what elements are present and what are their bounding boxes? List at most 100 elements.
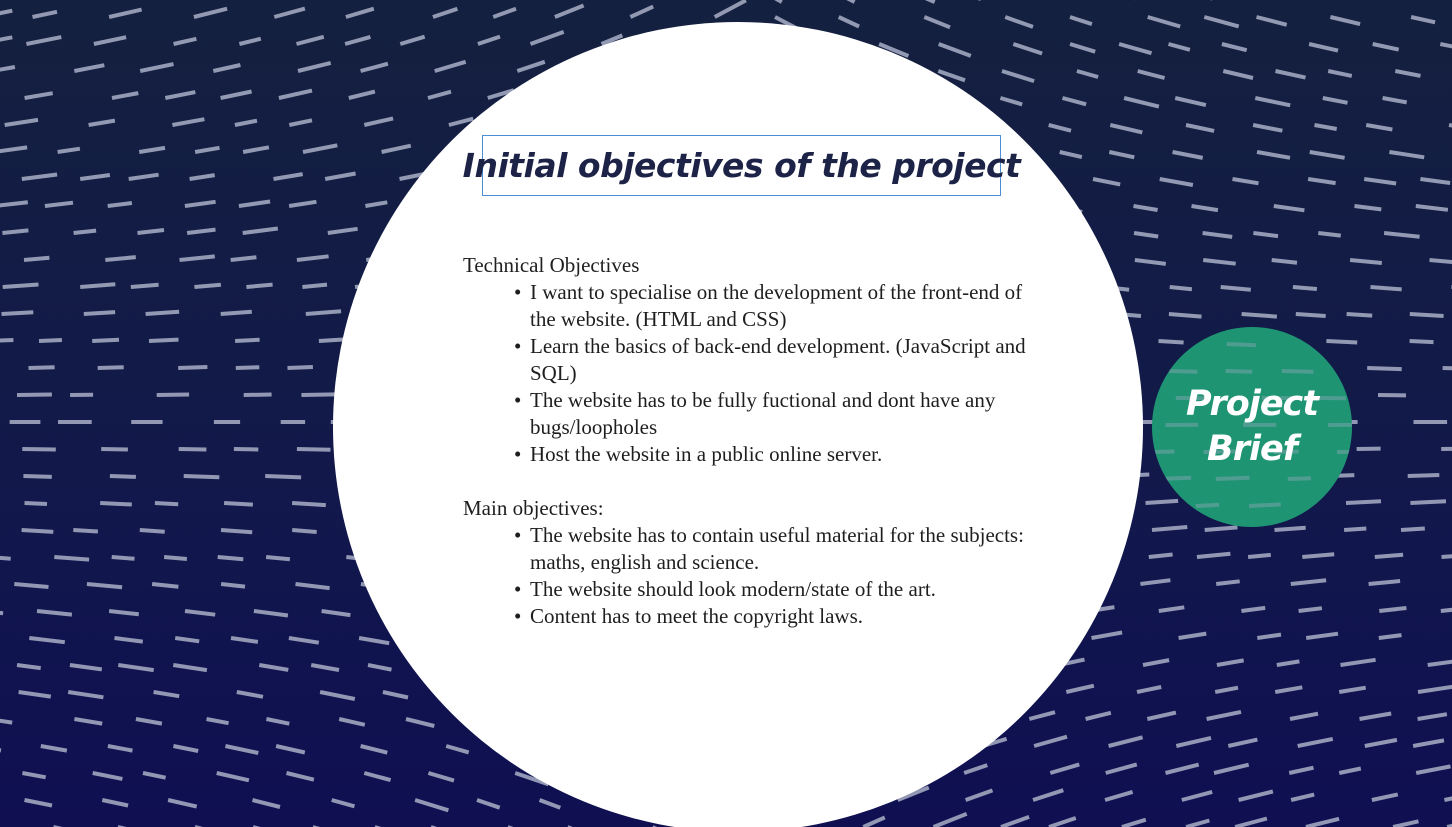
dash-mark: [194, 145, 220, 154]
dash-mark: [0, 8, 13, 16]
dash-mark: [1148, 552, 1173, 559]
dash-mark: [1256, 150, 1291, 160]
dash-mark: [184, 609, 216, 617]
badge-line-1: Project: [1185, 384, 1319, 424]
dash-mark: [538, 798, 562, 810]
dash-mark: [1048, 123, 1072, 133]
dash-mark: [1318, 231, 1342, 238]
dash-mark: [32, 9, 58, 19]
dash-mark: [1340, 657, 1376, 667]
dash-mark: [382, 690, 409, 700]
section-main: Main objectives: • The website has to con…: [463, 495, 1063, 630]
dash-mark: [1383, 231, 1420, 239]
bullet-icon: •: [514, 388, 522, 412]
dash-mark: [363, 116, 394, 127]
dash-mark: [1159, 177, 1194, 187]
dash-mark: [0, 748, 2, 753]
dash-mark: [310, 663, 340, 672]
dash-mark: [173, 744, 199, 753]
dash-mark: [1133, 204, 1158, 212]
dash-mark: [148, 337, 179, 343]
dash-mark: [1069, 42, 1096, 54]
section-heading: Main objectives:: [463, 496, 604, 520]
dash-mark: [100, 501, 132, 507]
dash-mark: [22, 447, 56, 452]
dash-mark: [1222, 69, 1254, 80]
dash-mark: [1374, 552, 1404, 559]
dash-mark: [1185, 123, 1215, 133]
dash-mark: [118, 663, 154, 673]
dash-mark: [1001, 69, 1035, 84]
list-item: • Host the website in a public online ser…: [514, 441, 1040, 468]
dash-mark: [1365, 123, 1393, 132]
dash-mark: [1061, 96, 1087, 107]
dash-mark: [529, 30, 565, 46]
dash-mark: [1203, 15, 1240, 29]
dash-mark: [1168, 312, 1202, 319]
dash-mark: [1378, 633, 1402, 640]
dash-mark: [1109, 123, 1143, 135]
dash-mark: [258, 663, 289, 672]
dash-mark: [0, 145, 28, 154]
dash-mark: [238, 199, 271, 208]
dash-mark: [273, 6, 306, 19]
dash-mark: [1140, 578, 1171, 586]
dash-mark: [24, 91, 54, 100]
dash-mark: [923, 15, 951, 30]
dash-mark: [924, 0, 936, 4]
dash-mark: [321, 609, 351, 618]
dash-mark: [40, 744, 68, 753]
dash-mark: [1314, 123, 1338, 131]
title-box: Initial objectives of the project: [463, 135, 1021, 196]
dash-mark: [1202, 258, 1236, 266]
dash-mark: [14, 582, 49, 589]
project-brief-badge[interactable]: Project Brief: [1152, 327, 1352, 527]
dash-mark: [4, 117, 39, 127]
dash-mark: [1346, 312, 1373, 318]
dash-mark: [1247, 552, 1271, 559]
dash-mark: [1147, 15, 1181, 29]
dash-mark: [234, 118, 258, 127]
dash-mark: [23, 255, 50, 262]
dash-mark: [1059, 150, 1083, 160]
dash-mark: [492, 6, 517, 19]
dash-mark: [288, 199, 317, 208]
dash-mark: [1446, 823, 1452, 827]
dash-mark: [1092, 177, 1121, 187]
dash-mark: [1305, 631, 1339, 640]
section-technical: Technical Objectives • I want to speciali…: [463, 252, 1063, 468]
dash-mark: [1289, 711, 1319, 721]
dash-mark: [1133, 231, 1159, 239]
dash-mark: [92, 337, 120, 343]
dash-mark: [1292, 285, 1318, 291]
dash-mark: [1359, 711, 1392, 721]
dash-mark: [1354, 204, 1382, 212]
dash-mark: [1329, 15, 1361, 27]
dash-mark: [476, 798, 501, 810]
bullet-text: The website should look modern/state of …: [530, 577, 936, 601]
bullet-icon: •: [514, 442, 522, 466]
dash-mark: [295, 34, 325, 46]
dash-mark: [193, 6, 228, 19]
dash-mark: [319, 690, 356, 701]
bullet-icon: •: [514, 280, 522, 304]
dash-mark: [1382, 96, 1408, 105]
dash-mark: [1065, 683, 1095, 694]
dash-mark: [1394, 69, 1421, 78]
dash-mark: [1202, 231, 1233, 239]
dash-mark: [151, 582, 179, 589]
dash-mark: [1213, 762, 1250, 775]
dash-mark: [194, 282, 222, 289]
dash-mark: [1216, 658, 1245, 667]
dash-mark: [0, 610, 4, 616]
dash-mark: [302, 143, 338, 154]
dash-mark: [1389, 150, 1425, 160]
dash-mark: [1253, 231, 1279, 239]
dash-mark: [189, 173, 216, 181]
dash-mark: [554, 3, 585, 19]
dash-mark: [365, 200, 388, 208]
badge-label: Project Brief: [1152, 327, 1352, 527]
dash-mark: [1214, 685, 1239, 694]
dash-mark: [178, 365, 208, 370]
